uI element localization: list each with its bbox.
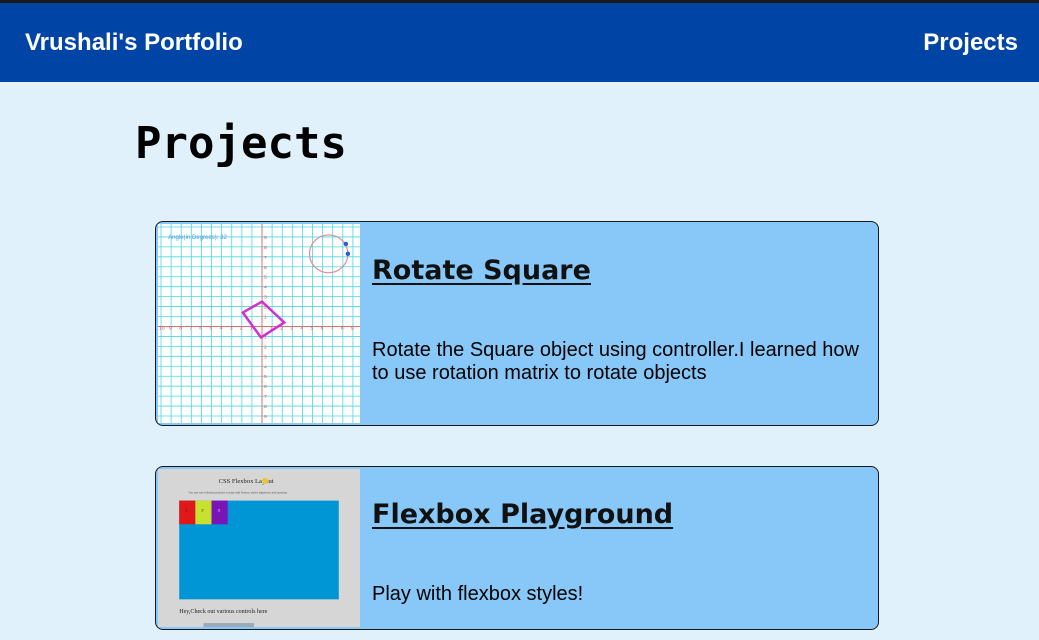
nav-projects-link[interactable]: Projects [923, 29, 1018, 57]
svg-text:4: 4 [220, 326, 223, 332]
svg-text:3: 3 [290, 326, 293, 332]
svg-text:6: 6 [264, 265, 267, 271]
navbar: Vrushali's Portfolio Projects [0, 3, 1039, 82]
project-title-link[interactable]: Flexbox Playground [372, 499, 673, 530]
svg-text:1: 1 [264, 315, 267, 321]
svg-text:8: 8 [264, 245, 267, 251]
svg-text:7: 7 [189, 326, 192, 332]
svg-text:8: 8 [264, 404, 267, 410]
project-card-body: Rotate Square Rotate the Square object u… [360, 222, 878, 425]
project-description: Rotate the Square object using controlle… [372, 339, 859, 384]
svg-text:3: 3 [264, 354, 267, 360]
svg-text:9: 9 [351, 326, 354, 332]
svg-text:6: 6 [321, 326, 324, 332]
svg-text:2: 2 [264, 344, 267, 350]
project-thumbnail-rotate-square: 1010998877665544332211112233445566778899… [158, 224, 360, 423]
svg-text:6: 6 [264, 384, 267, 390]
flexbox-preview-subtext: You can use following buttons to play wi… [188, 491, 287, 495]
rotate-square-preview: 1010998877665544332211112233445566778899… [158, 224, 360, 423]
svg-text:6: 6 [199, 326, 202, 332]
svg-text:7: 7 [264, 255, 267, 261]
project-card-body: Flexbox Playground Play with flexbox sty… [360, 467, 878, 629]
project-card-rotate-square: 1010998877665544332211112233445566778899… [155, 221, 879, 426]
svg-text:5: 5 [311, 326, 314, 332]
flexbox-preview-footer: Hey,Check out various controls here [179, 609, 268, 615]
svg-text:4: 4 [264, 285, 267, 291]
svg-text:3: 3 [264, 295, 267, 301]
svg-text:7: 7 [264, 394, 267, 400]
project-title-link[interactable]: Rotate Square [372, 255, 591, 286]
svg-text:9: 9 [264, 235, 267, 241]
brand-link[interactable]: Vrushali's Portfolio [25, 29, 243, 57]
svg-text:7: 7 [331, 326, 334, 332]
svg-text:5: 5 [264, 374, 267, 380]
svg-text:4: 4 [264, 364, 267, 370]
svg-text:5: 5 [264, 275, 267, 281]
page-title: Projects [135, 118, 347, 169]
project-description: Play with flexbox styles! [372, 583, 584, 605]
project-card-flexbox-playground: CSS Flexbox Layout You can use following… [155, 466, 879, 630]
angle-caption: Angle(in Degrees): 32 [168, 235, 227, 241]
flexbox-playground-preview: CSS Flexbox Layout You can use following… [158, 469, 360, 627]
project-thumbnail-flexbox-playground: CSS Flexbox Layout You can use following… [158, 469, 360, 627]
svg-text:8: 8 [179, 326, 182, 332]
svg-text:8: 8 [341, 326, 344, 332]
svg-text:9: 9 [264, 414, 267, 420]
svg-text:10: 10 [159, 326, 165, 332]
svg-text:2: 2 [240, 326, 243, 332]
svg-text:3: 3 [230, 326, 233, 332]
svg-text:5: 5 [210, 326, 213, 332]
svg-text:9: 9 [169, 326, 172, 332]
svg-text:2: 2 [280, 326, 283, 332]
svg-text:4: 4 [300, 326, 303, 332]
